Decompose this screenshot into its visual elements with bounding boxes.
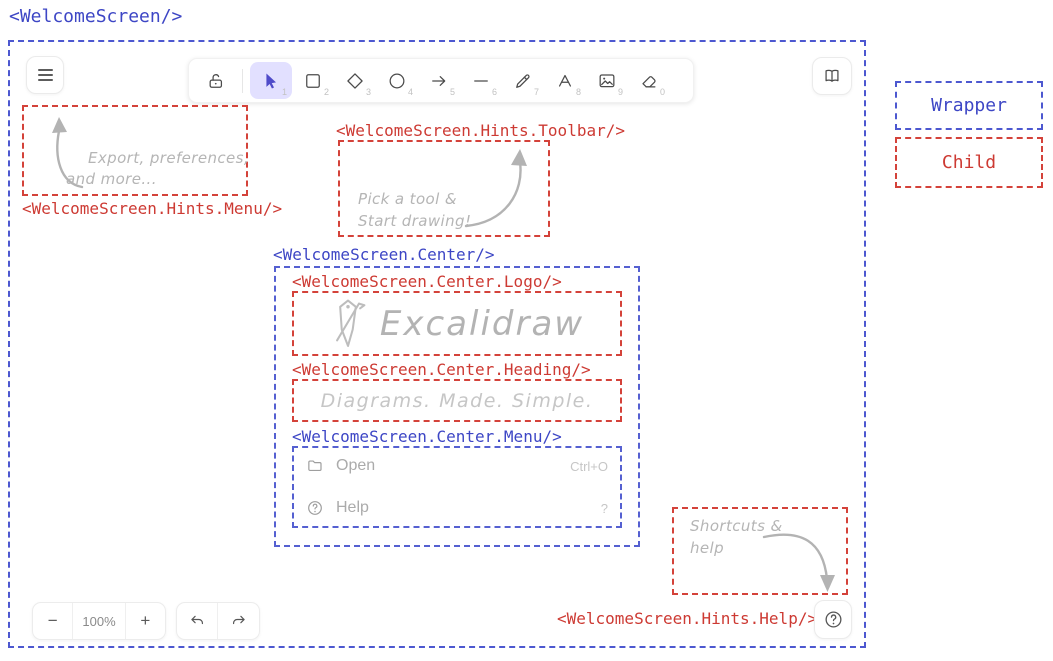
hints-help-label: <WelcomeScreen.Hints.Help/> bbox=[557, 609, 817, 628]
menu-item-shortcut: Ctrl+O bbox=[570, 459, 608, 474]
zoom-control: − 100% + bbox=[32, 602, 166, 640]
curved-arrow-down-icon bbox=[759, 523, 849, 595]
legend-wrapper: Wrapper bbox=[895, 81, 1043, 130]
main-menu-button[interactable] bbox=[26, 56, 64, 94]
undo-button[interactable] bbox=[177, 603, 218, 639]
tool-number: 3 bbox=[366, 87, 371, 97]
tool-number: 1 bbox=[282, 87, 287, 97]
lock-tool-button[interactable] bbox=[197, 62, 235, 99]
excalidraw-logo-text: Excalidraw bbox=[380, 304, 584, 344]
redo-icon bbox=[229, 612, 248, 631]
menu-item-label: Help bbox=[336, 499, 369, 517]
tool-number: 5 bbox=[450, 87, 455, 97]
hint-toolbar-text-line2: Start drawing! bbox=[358, 212, 471, 230]
help-button[interactable] bbox=[814, 600, 852, 639]
tool-selection-button[interactable]: 1 bbox=[250, 62, 292, 99]
center-heading-outline: Diagrams. Made. Simple. bbox=[292, 379, 622, 422]
tool-eraser-button[interactable]: 0 bbox=[628, 62, 670, 99]
hints-help-outline: Shortcuts & help bbox=[672, 507, 848, 595]
eraser-icon bbox=[639, 71, 659, 91]
excalidraw-logo-icon bbox=[330, 295, 366, 353]
toolbar: 1 2 3 4 5 6 7 8 bbox=[188, 58, 694, 103]
tool-text-button[interactable]: 8 bbox=[544, 62, 586, 99]
tool-line-button[interactable]: 6 bbox=[460, 62, 502, 99]
hints-menu-label: <WelcomeScreen.Hints.Menu/> bbox=[22, 199, 282, 218]
curved-arrow-up-right-icon bbox=[458, 146, 543, 234]
library-button[interactable] bbox=[812, 57, 852, 95]
folder-icon bbox=[306, 457, 324, 475]
text-icon bbox=[555, 71, 575, 91]
tool-number: 0 bbox=[660, 87, 665, 97]
diamond-icon bbox=[345, 71, 365, 91]
help-circle-icon bbox=[306, 499, 324, 517]
menu-item-label: Open bbox=[336, 457, 375, 475]
center-label: <WelcomeScreen.Center/> bbox=[273, 245, 495, 264]
center-logo-outline: Excalidraw bbox=[292, 291, 622, 356]
arrow-icon bbox=[429, 71, 449, 91]
tool-number: 7 bbox=[534, 87, 539, 97]
toolbar-divider bbox=[242, 69, 243, 93]
center-menu-label: <WelcomeScreen.Center.Menu/> bbox=[292, 427, 562, 446]
hints-toolbar-outline: Pick a tool & Start drawing! bbox=[338, 140, 550, 237]
hints-toolbar-label: <WelcomeScreen.Hints.Toolbar/> bbox=[336, 121, 625, 140]
tool-rectangle-button[interactable]: 2 bbox=[292, 62, 334, 99]
hint-help-text-line2: help bbox=[690, 539, 724, 557]
zoom-in-button[interactable]: + bbox=[126, 603, 165, 639]
center-heading-label: <WelcomeScreen.Center.Heading/> bbox=[292, 360, 591, 379]
hint-menu-text-line1: Export, preferences, bbox=[88, 149, 249, 167]
rectangle-icon bbox=[303, 71, 323, 91]
tool-draw-button[interactable]: 7 bbox=[502, 62, 544, 99]
legend-child-label: Child bbox=[942, 152, 996, 173]
undo-icon bbox=[188, 612, 207, 631]
zoom-out-button[interactable]: − bbox=[33, 603, 72, 639]
tool-number: 6 bbox=[492, 87, 497, 97]
image-icon bbox=[597, 71, 617, 91]
center-heading-text: Diagrams. Made. Simple. bbox=[321, 390, 594, 412]
legend-wrapper-label: Wrapper bbox=[931, 95, 1007, 116]
history-control bbox=[176, 602, 260, 640]
tool-arrow-button[interactable]: 5 bbox=[418, 62, 460, 99]
welcomescreen-label: <WelcomeScreen/> bbox=[9, 6, 182, 27]
tool-number: 9 bbox=[618, 87, 623, 97]
line-icon bbox=[471, 71, 491, 91]
pencil-icon bbox=[513, 71, 533, 91]
tool-diamond-button[interactable]: 3 bbox=[334, 62, 376, 99]
welcomescreen-wrapper-outline: 1 2 3 4 5 6 7 8 bbox=[8, 40, 866, 648]
menu-item-help[interactable]: Help ? bbox=[306, 499, 608, 517]
help-circle-icon bbox=[823, 609, 844, 630]
menu-item-open[interactable]: Open Ctrl+O bbox=[306, 457, 608, 475]
redo-button[interactable] bbox=[218, 603, 259, 639]
menu-item-shortcut: ? bbox=[601, 501, 608, 516]
tool-ellipse-button[interactable]: 4 bbox=[376, 62, 418, 99]
selection-cursor-icon bbox=[261, 71, 281, 91]
lock-open-icon bbox=[206, 71, 226, 91]
center-logo-label: <WelcomeScreen.Center.Logo/> bbox=[292, 272, 562, 291]
zoom-value[interactable]: 100% bbox=[72, 603, 125, 639]
hints-menu-outline: Export, preferences, and more... bbox=[22, 105, 248, 196]
tool-number: 4 bbox=[408, 87, 413, 97]
book-icon bbox=[822, 66, 842, 86]
center-wrapper-outline: <WelcomeScreen.Center.Logo/> Excalidraw … bbox=[274, 266, 640, 547]
hint-menu-text-line2: and more... bbox=[66, 170, 157, 188]
center-menu-outline: Open Ctrl+O Help ? bbox=[292, 446, 622, 528]
tool-image-button[interactable]: 9 bbox=[586, 62, 628, 99]
ellipse-icon bbox=[387, 71, 407, 91]
tool-number: 2 bbox=[324, 87, 329, 97]
tool-number: 8 bbox=[576, 87, 581, 97]
legend-child: Child bbox=[895, 137, 1043, 188]
hint-toolbar-text-line1: Pick a tool & bbox=[358, 190, 457, 208]
